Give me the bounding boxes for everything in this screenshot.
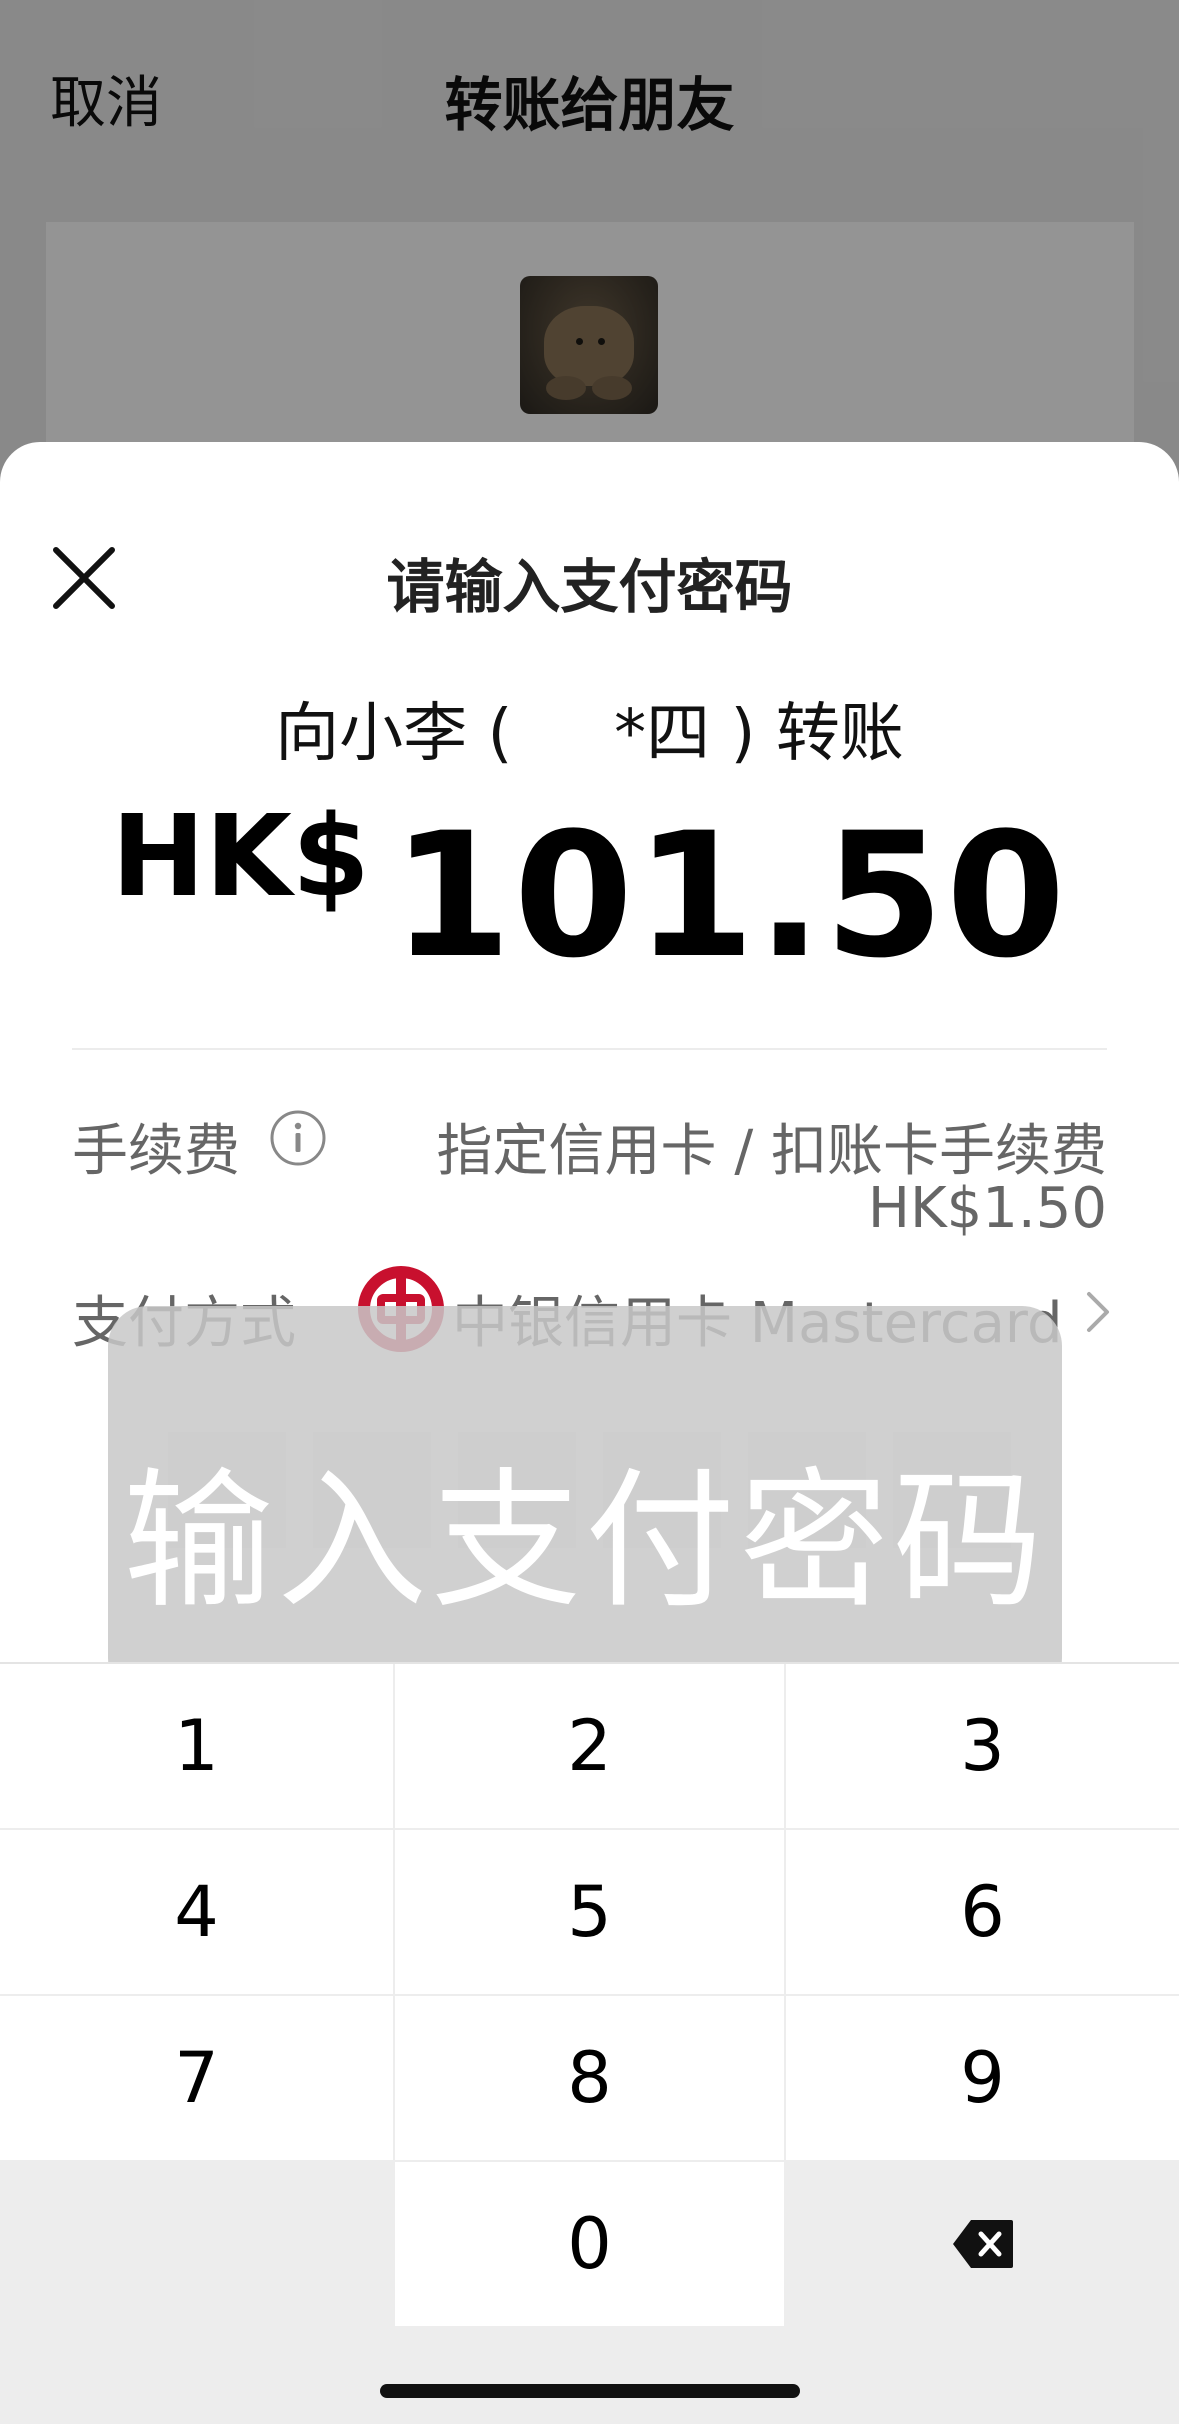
key-4[interactable]: 4 (0, 1830, 393, 1994)
key-7[interactable]: 7 (0, 1996, 393, 2160)
key-3[interactable]: 3 (786, 1664, 1179, 1828)
key-6[interactable]: 6 (786, 1830, 1179, 1994)
key-0[interactable]: 0 (395, 2162, 784, 2326)
fee-label: 手续费 (72, 1119, 240, 1184)
fee-description: 指定信用卡 / 扣账卡手续费 (436, 1119, 1107, 1184)
transfer-amount: 101.50 (391, 795, 1068, 996)
currency-symbol: HK$ (111, 792, 370, 922)
key-1[interactable]: 1 (0, 1664, 393, 1828)
key-empty (0, 2162, 393, 2326)
divider (72, 1048, 1107, 1050)
chevron-right-icon[interactable] (1079, 1284, 1119, 1340)
key-8[interactable]: 8 (395, 1996, 784, 2160)
key-5[interactable]: 5 (395, 1830, 784, 1994)
keypad-divider (0, 1662, 1179, 1664)
toast: 输入支付密码 (108, 1306, 1062, 1698)
recipient-label: 向小李 ( *四 ) 转账 (275, 697, 904, 771)
amount-row: HK$ 101.50 (0, 792, 1179, 996)
home-indicator (380, 2384, 800, 2398)
number-keypad: 1 2 3 4 5 6 7 8 9 0 (0, 1662, 1179, 2424)
info-icon[interactable] (268, 1108, 328, 1168)
payment-password-screen: 取消 转账给朋友 请输入支付密码 向小李 ( *四 ) 转账 HK$ 101.50… (0, 0, 1179, 2424)
backspace-icon[interactable] (786, 2162, 1179, 2326)
key-2[interactable]: 2 (395, 1664, 784, 1828)
sheet-title: 请输入支付密码 (386, 553, 793, 621)
key-9[interactable]: 9 (786, 1996, 1179, 2160)
fee-amount: HK$1.50 (867, 1176, 1107, 1241)
toast-text: 输入支付密码 (122, 1455, 1047, 1629)
